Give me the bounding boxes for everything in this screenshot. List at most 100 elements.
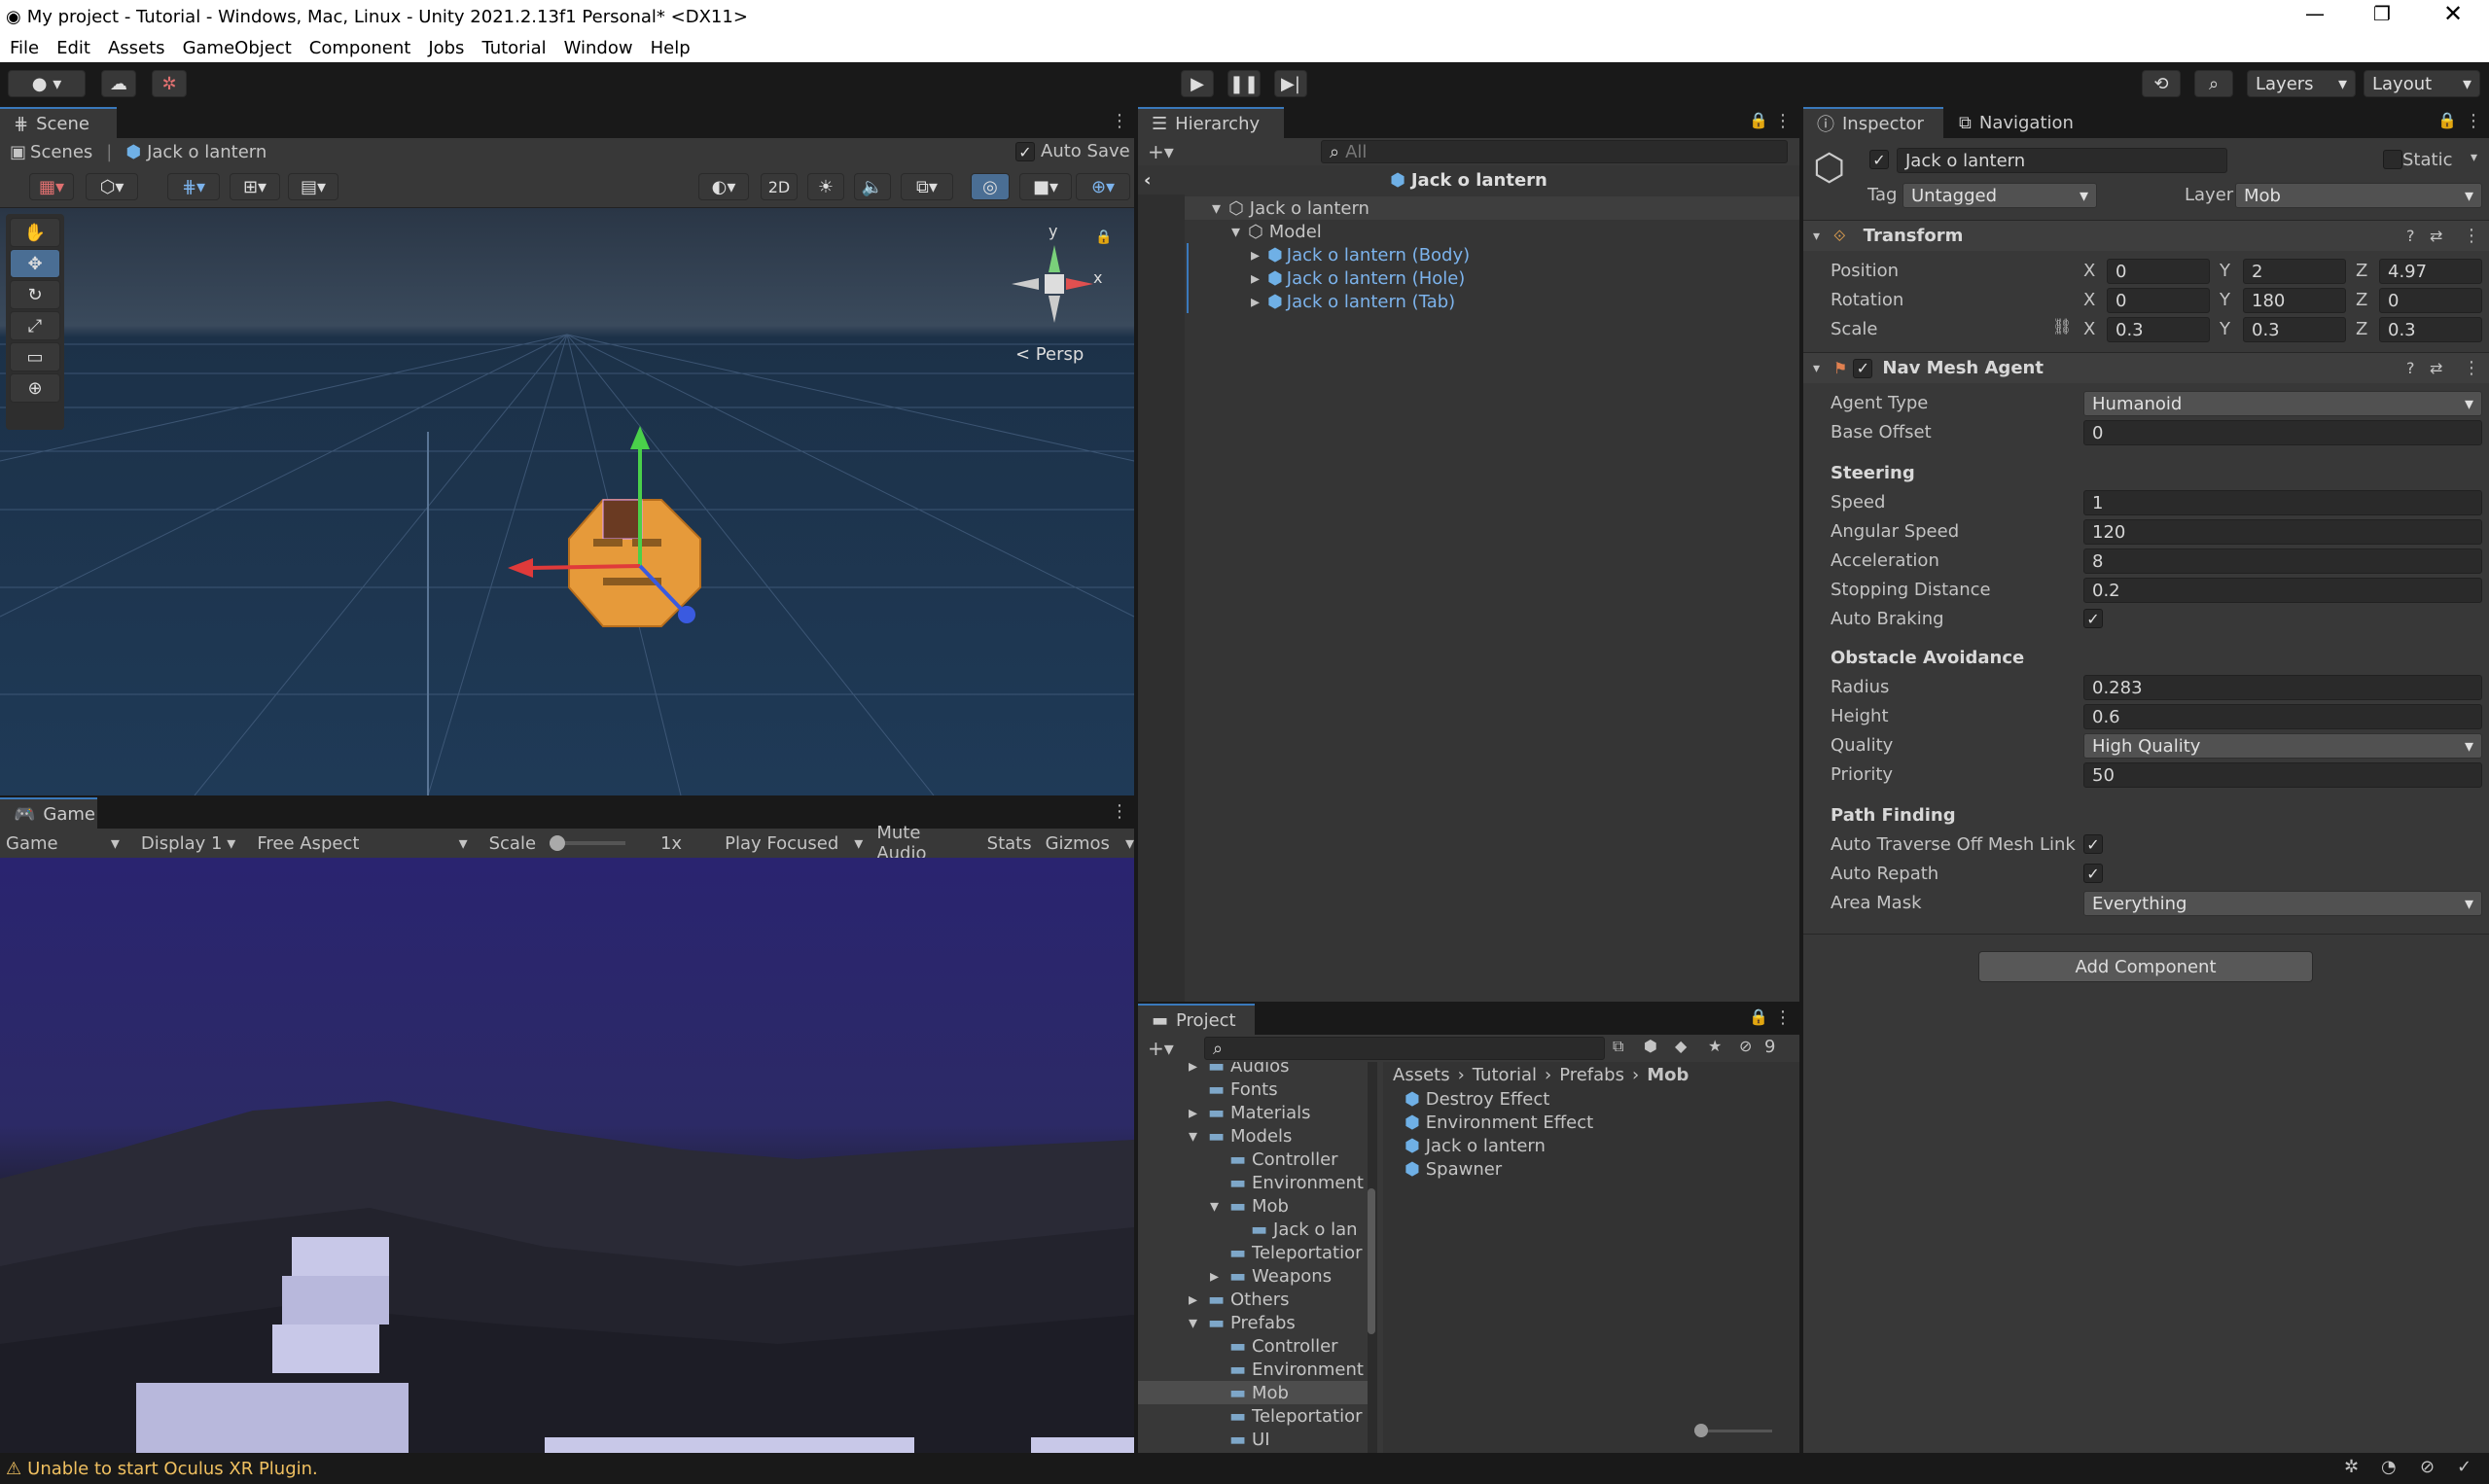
account-button[interactable]: ● ▾ (8, 70, 86, 97)
project-search-input[interactable]: ⌕ (1204, 1037, 1605, 1060)
visibility-toggle[interactable]: ◎ (971, 173, 1010, 200)
base-offset-field[interactable]: 0 (2083, 420, 2482, 445)
scale-slider-thumb[interactable] (550, 835, 566, 851)
hierarchy-search-input[interactable]: ⌕ All (1321, 140, 1788, 163)
tree-item[interactable]: ▸ ▬ Audios (1138, 1062, 1377, 1078)
menu-window[interactable]: Window (564, 38, 633, 58)
tree-item[interactable]: ▬ Environment (1138, 1171, 1377, 1194)
scale-z-field[interactable]: 0.3 (2379, 317, 2482, 342)
game-viewport[interactable] (0, 858, 1134, 1453)
play-focused-dropdown[interactable]: Play Focused ▾ (717, 833, 869, 854)
angular-speed-field[interactable]: 120 (2083, 519, 2482, 545)
mode-2d-button[interactable]: 2D (761, 173, 798, 200)
auto-traverse-checkbox[interactable]: ✓ (2083, 834, 2103, 854)
scale-slider[interactable] (550, 835, 625, 851)
quality-dropdown[interactable]: High Quality ▾ (2083, 733, 2482, 759)
expand-arrow-icon[interactable]: ▸ (1251, 245, 1260, 265)
auto-repath-checkbox[interactable]: ✓ (2083, 864, 2103, 883)
tab-inspector[interactable]: ⓘ Inspector (1803, 107, 1943, 138)
display-dropdown[interactable]: Display 1 ▾ (125, 833, 245, 854)
lock-icon[interactable]: 🔒 (1749, 111, 1768, 129)
tree-scrollbar[interactable] (1368, 1062, 1377, 1453)
tree-item[interactable]: ▸ ▬ Materials (1138, 1101, 1377, 1124)
rotation-x-field[interactable]: 0 (2107, 288, 2210, 313)
hierarchy-menu-icon[interactable]: ⋮ (1774, 111, 1792, 131)
preset-icon[interactable]: ⇄ (2430, 359, 2442, 377)
tree-item[interactable]: ▬ Environment (1138, 1358, 1377, 1381)
breadcrumb-tutorial[interactable]: Tutorial (1473, 1065, 1537, 1085)
scale-x-field[interactable]: 0.3 (2107, 317, 2210, 342)
breadcrumb-assets[interactable]: Assets (1393, 1065, 1450, 1085)
component-menu-icon[interactable]: ⋮ (2463, 358, 2480, 378)
link-icon[interactable]: ⛓ (2052, 317, 2072, 336)
breadcrumb-mob[interactable]: Mob (1647, 1065, 1689, 1085)
transform-header[interactable]: ▾ ⟐ Transform ? ⇄ ⋮ (1803, 220, 2489, 251)
expand-arrow-icon[interactable]: ▸ (1189, 1103, 1202, 1123)
tree-item[interactable]: ▾ ▬ Prefabs (1138, 1311, 1377, 1334)
chevron-down-icon[interactable]: ▾ (2471, 150, 2477, 165)
tree-item-selected[interactable]: ▬ Mob (1138, 1381, 1377, 1404)
radius-field[interactable]: 0.283 (2083, 675, 2482, 700)
gizmos-button[interactable]: Gizmos (1046, 833, 1110, 854)
object-name-field[interactable]: Jack o lantern (1897, 148, 2227, 173)
menu-jobs[interactable]: Jobs (428, 38, 464, 58)
progress-icon[interactable]: ◔ (2381, 1457, 2397, 1477)
project-menu-icon[interactable]: ⋮ (1774, 1007, 1792, 1028)
tree-item[interactable]: ▸ ▬ Weapons (1138, 1264, 1377, 1288)
asset-item[interactable]: ⬢ Environment Effect (1383, 1111, 1799, 1134)
history-icon[interactable]: ⟲ (2142, 70, 2181, 97)
scene-viewport[interactable]: y x 🔒 < Persp ✋ ✥ ↻ ⤢ ▭ ⊕ (0, 208, 1134, 795)
expand-arrow-icon[interactable]: ▸ (1210, 1266, 1224, 1287)
back-arrow-icon[interactable]: ‹ (1144, 170, 1151, 191)
hierarchy-item-hole[interactable]: ▸ ⬢ Jack o lantern (Hole) (1187, 266, 1848, 290)
stats-button[interactable]: Stats (987, 833, 1032, 854)
gizmos-dropdown[interactable]: ⊕▾ (1076, 173, 1130, 200)
pause-button[interactable]: ❚❚ (1227, 70, 1261, 97)
tree-item[interactable]: ▾ ▬ Mob (1138, 1194, 1377, 1218)
tab-scene[interactable]: ⋕ Scene (0, 107, 117, 138)
grid-snap-dropdown[interactable]: ⋕▾ (167, 173, 220, 200)
preset-icon[interactable]: ⇄ (2430, 227, 2442, 245)
tree-item[interactable]: ▬ Teleportatior (1138, 1404, 1377, 1428)
auto-save-checkbox[interactable]: ✓ (1015, 142, 1035, 161)
position-x-field[interactable]: 0 (2107, 259, 2210, 284)
position-z-field[interactable]: 4.97 (2379, 259, 2482, 284)
rotate-tool-icon[interactable]: ↻ (10, 280, 60, 309)
draw-mode-dropdown[interactable]: ▦▾ (29, 173, 74, 200)
render-mode-dropdown[interactable]: ⬡▾ (86, 173, 138, 200)
audio-toggle[interactable]: 🔈 (854, 173, 891, 200)
layers-dropdown[interactable]: Layers ▾ (2247, 70, 2356, 97)
icon-size-thumb[interactable] (1694, 1424, 1708, 1437)
effects-dropdown[interactable]: ⧉▾ (901, 173, 953, 200)
increment-snap-dropdown[interactable]: ⊞▾ (230, 173, 280, 200)
tree-item[interactable]: ▬ Controller (1138, 1148, 1377, 1171)
transform-tool-icon[interactable]: ⊕ (10, 373, 60, 403)
favorite-star-icon[interactable]: ★ (1708, 1037, 1722, 1055)
tree-item[interactable]: ▬ Teleportatior (1138, 1241, 1377, 1264)
rotation-z-field[interactable]: 0 (2379, 288, 2482, 313)
lock-icon[interactable]: 🔒 (2437, 111, 2457, 129)
camera-dropdown[interactable]: ■▾ (1019, 173, 1072, 200)
bug-icon[interactable]: ✲ (2344, 1457, 2359, 1477)
asset-item[interactable]: ⬢ Jack o lantern (1383, 1134, 1799, 1157)
expand-arrow-icon[interactable]: ▾ (1189, 1313, 1202, 1333)
add-component-button[interactable]: Add Component (1978, 951, 2313, 982)
component-menu-icon[interactable]: ⋮ (2463, 226, 2480, 246)
navmesh-header[interactable]: ▾ ⚑ ✓ Nav Mesh Agent ? ⇄ ⋮ (1803, 352, 2489, 383)
hierarchy-item-model[interactable]: ▾ ⬡ Model (1138, 220, 1799, 243)
filter-label-icon[interactable]: ◆ (1675, 1037, 1687, 1055)
expand-arrow-icon[interactable]: ▾ (1231, 222, 1240, 242)
add-button[interactable]: +▾ (1148, 140, 1174, 163)
acceleration-field[interactable]: 8 (2083, 548, 2482, 574)
menu-tutorial[interactable]: Tutorial (481, 38, 546, 58)
menu-assets[interactable]: Assets (108, 38, 165, 58)
help-icon[interactable]: ? (2406, 359, 2415, 377)
tree-item[interactable]: ▸ ▬ Others (1138, 1288, 1377, 1311)
auto-braking-checkbox[interactable]: ✓ (2083, 609, 2103, 628)
active-checkbox[interactable]: ✓ (1869, 150, 1889, 169)
cloud-icon[interactable]: ☁ (101, 70, 136, 97)
menu-edit[interactable]: Edit (56, 38, 90, 58)
tab-navigation[interactable]: ⧉ Navigation (1949, 107, 2083, 138)
minimize-button[interactable]: — (2305, 2, 2325, 25)
tree-item[interactable]: ▬ Fonts (1138, 1078, 1377, 1101)
